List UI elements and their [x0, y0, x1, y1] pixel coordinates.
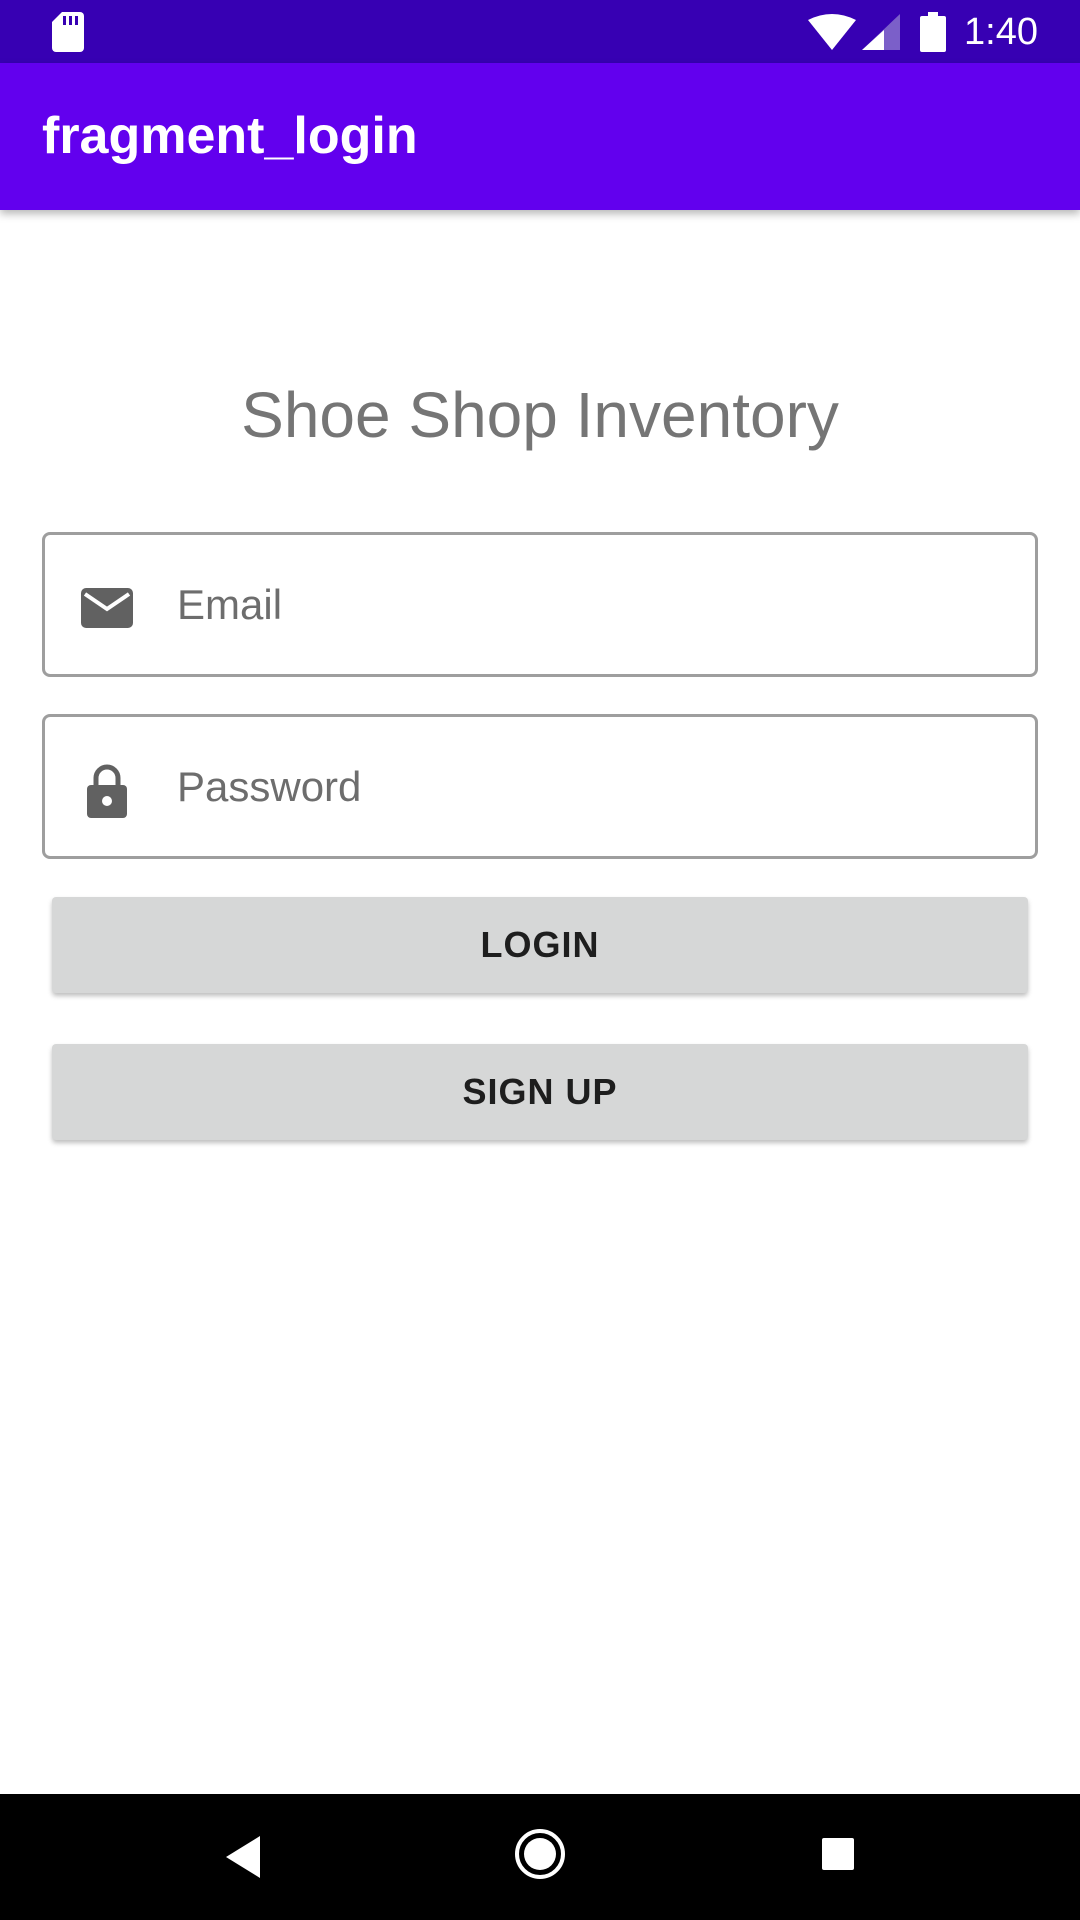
- cell-signal-icon: [862, 14, 900, 50]
- login-screen: 1:40 fragment_login Shoe Shop Inventory …: [0, 0, 1080, 1920]
- app-bar: fragment_login: [0, 63, 1080, 210]
- email-input[interactable]: [177, 535, 1007, 674]
- signup-button[interactable]: SIGN UP: [52, 1044, 1028, 1140]
- back-icon[interactable]: [222, 1834, 262, 1880]
- battery-icon: [920, 12, 946, 52]
- password-field[interactable]: [42, 714, 1038, 859]
- navigation-bar: [0, 1794, 1080, 1920]
- password-input[interactable]: [177, 717, 1007, 856]
- status-bar: 1:40: [0, 0, 1080, 63]
- status-clock: 1:40: [964, 11, 1038, 53]
- page-title: Shoe Shop Inventory: [241, 379, 839, 451]
- recents-icon[interactable]: [820, 1836, 856, 1872]
- login-button[interactable]: LOGIN: [52, 897, 1028, 993]
- sd-card-icon: [52, 12, 84, 52]
- lock-icon: [87, 764, 127, 818]
- app-bar-title: fragment_login: [42, 107, 418, 165]
- wifi-icon: [808, 14, 856, 50]
- email-icon: [81, 588, 133, 628]
- home-icon[interactable]: [514, 1828, 566, 1880]
- email-field[interactable]: [42, 532, 1038, 677]
